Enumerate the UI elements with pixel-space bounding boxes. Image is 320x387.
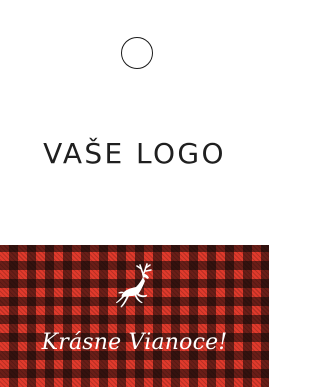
logo-placeholder-text: VAŠE LOGO xyxy=(43,137,226,170)
punch-hole-icon xyxy=(121,37,153,69)
reindeer-icon xyxy=(115,263,152,308)
gift-tag: VAŠE LOGO Krásne Vianoce! xyxy=(0,0,269,387)
tag-top-area: VAŠE LOGO xyxy=(0,0,269,245)
christmas-greeting-text: Krásne Vianoce! xyxy=(41,330,228,355)
